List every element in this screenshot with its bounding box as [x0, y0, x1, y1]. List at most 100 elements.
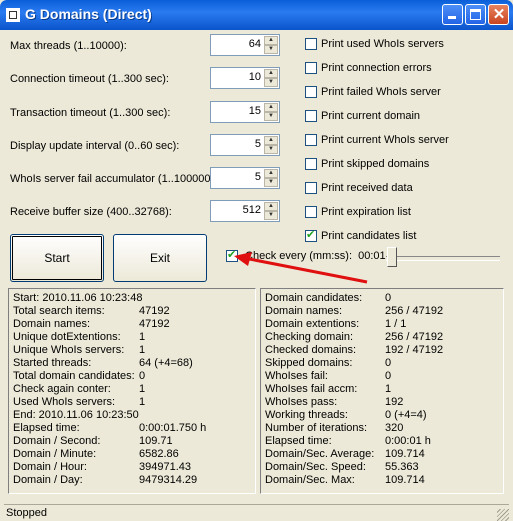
stat-row: Domain candidates: 0: [265, 292, 392, 304]
check-every-option[interactable]: Check every (mm:ss): 00:01: [226, 248, 386, 263]
option-print-expiration-list[interactable]: Print expiration list: [305, 206, 411, 220]
spin-down-icon[interactable]: ▼: [264, 78, 278, 87]
option-print-connection-errors[interactable]: Print connection errors: [305, 62, 432, 76]
checkbox[interactable]: [305, 110, 317, 123]
fail-accumulator-value[interactable]: 5: [255, 171, 261, 183]
stat-row: Started threads: 64 (+4=68): [13, 357, 193, 369]
spin-up-icon[interactable]: ▲: [264, 169, 278, 178]
check-every-value: 00:01: [358, 250, 386, 262]
stat-row: Domain / Hour: 394971.43: [13, 461, 191, 473]
checkbox[interactable]: [305, 134, 317, 147]
stat-row: Domain extentions: 1 / 1: [265, 318, 407, 330]
spin-arrows[interactable]: ▲ ▼: [264, 36, 278, 54]
window-title: G Domains (Direct): [25, 6, 152, 22]
spin-down-icon[interactable]: ▼: [264, 178, 278, 187]
stat-row: Elapsed time: 0:00:01.750 h: [13, 422, 207, 434]
checkbox-checked[interactable]: [305, 228, 317, 243]
stat-row: Start: 2010.11.06 10:23:48: [13, 292, 143, 304]
receive-buffer-spinbox[interactable]: 512 ▲ ▼: [210, 200, 280, 222]
spin-down-icon[interactable]: ▼: [264, 211, 278, 220]
option-print-used-whois[interactable]: Print used WhoIs servers: [305, 38, 444, 52]
option-print-current-whois[interactable]: Print current WhoIs server: [305, 134, 449, 148]
connection-timeout-spinbox[interactable]: 10 ▲ ▼: [210, 67, 280, 89]
stat-row: Used WhoIs servers: 1: [13, 396, 146, 408]
stat-row: WhoIses pass: 192: [265, 396, 404, 408]
title-bar[interactable]: G Domains (Direct) ✕: [0, 0, 513, 30]
stat-row: Checking domain: 256 / 47192: [265, 331, 444, 343]
checkbox[interactable]: [305, 62, 317, 75]
setting-label-fail-accumulator: WhoIs server fail accumulator (1..100000…: [10, 173, 218, 185]
close-button[interactable]: ✕: [488, 4, 509, 25]
check-every-label: Check every (mm:ss):: [245, 250, 353, 262]
stat-row: Checked domains: 192 / 47192: [265, 344, 444, 356]
stat-row: Unique WhoIs servers: 1: [13, 344, 146, 356]
maximize-button[interactable]: [465, 4, 486, 25]
setting-label-transaction-timeout: Transaction timeout (1..300 sec):: [10, 107, 171, 119]
slider-track[interactable]: [386, 256, 500, 261]
stat-row: Domain/Sec. Average: 109.714: [265, 448, 425, 460]
slider-thumb[interactable]: [387, 247, 397, 267]
stats-panel-left: Start: 2010.11.06 10:23:48 Total search …: [8, 288, 256, 494]
stat-row: Total domain candidates: 0: [13, 370, 146, 382]
stat-row: Domain names: 256 / 47192: [265, 305, 444, 317]
client-area: Max threads (1..10000): 64 ▲ ▼ Connection …: [4, 30, 509, 521]
spin-down-icon[interactable]: ▼: [264, 112, 278, 121]
setting-label-connection-timeout: Connection timeout (1..300 sec):: [10, 73, 169, 85]
checkbox[interactable]: [305, 182, 317, 195]
display-update-spinbox[interactable]: 5 ▲ ▼: [210, 134, 280, 156]
status-text: Stopped: [6, 507, 47, 519]
checkbox[interactable]: [305, 158, 317, 171]
check-every-checkbox[interactable]: [226, 248, 238, 263]
option-print-current-domain[interactable]: Print current domain: [305, 110, 420, 124]
option-print-received-data[interactable]: Print received data: [305, 182, 413, 196]
spin-arrows[interactable]: ▲ ▼: [264, 69, 278, 87]
exit-button[interactable]: Exit: [113, 234, 207, 282]
fail-accumulator-spinbox[interactable]: 5 ▲ ▼: [210, 167, 280, 189]
spin-arrows[interactable]: ▲ ▼: [264, 136, 278, 154]
check-interval-slider[interactable]: [384, 246, 502, 270]
resize-grip-icon[interactable]: [497, 509, 509, 521]
setting-label-display-update: Display update interval (0..60 sec):: [10, 140, 180, 152]
app-icon[interactable]: [6, 8, 20, 22]
spin-arrows[interactable]: ▲ ▼: [264, 103, 278, 121]
spin-up-icon[interactable]: ▲: [264, 36, 278, 45]
stat-row: Domain/Sec. Speed: 55.363: [265, 461, 419, 473]
option-print-candidates-list[interactable]: Print candidates list: [305, 228, 416, 244]
spin-up-icon[interactable]: ▲: [264, 69, 278, 78]
stat-row: End: 2010.11.06 10:23:50: [13, 409, 139, 421]
stat-row: Skipped domains: 0: [265, 357, 392, 369]
option-print-failed-whois[interactable]: Print failed WhoIs server: [305, 86, 441, 100]
max-threads-spinbox[interactable]: 64 ▲ ▼: [210, 34, 280, 56]
stat-row: Domain / Second: 109.71: [13, 435, 173, 447]
maximize-icon: [470, 9, 481, 20]
checkbox[interactable]: [305, 38, 317, 51]
option-print-skipped-domains[interactable]: Print skipped domains: [305, 158, 429, 172]
start-button[interactable]: Start: [10, 234, 104, 282]
receive-buffer-value[interactable]: 512: [243, 204, 261, 216]
minimize-button[interactable]: [442, 4, 463, 25]
checkbox[interactable]: [305, 206, 317, 219]
stat-row: Unique dotExtentions: 1: [13, 331, 146, 343]
transaction-timeout-value[interactable]: 15: [249, 105, 261, 117]
checkbox[interactable]: [305, 86, 317, 99]
stat-row: Total search items: 47192: [13, 305, 170, 317]
spin-down-icon[interactable]: ▼: [264, 145, 278, 154]
stat-row: Domain names: 47192: [13, 318, 170, 330]
spin-down-icon[interactable]: ▼: [264, 45, 278, 54]
spin-up-icon[interactable]: ▲: [264, 136, 278, 145]
stats-panel-right: Domain candidates: 0 Domain names: 256 / 4…: [260, 288, 504, 494]
stat-row: Domain/Sec. Max: 109.714: [265, 474, 425, 486]
connection-timeout-value[interactable]: 10: [249, 71, 261, 83]
stat-row: Domain / Day: 9479314.29: [13, 474, 198, 486]
spin-up-icon[interactable]: ▲: [264, 202, 278, 211]
minimize-icon: [448, 16, 456, 19]
spin-arrows[interactable]: ▲ ▼: [264, 169, 278, 187]
display-update-value[interactable]: 5: [255, 138, 261, 150]
spin-up-icon[interactable]: ▲: [264, 103, 278, 112]
max-threads-value[interactable]: 64: [249, 38, 261, 50]
stat-row: Check again conter: 1: [13, 383, 146, 395]
stat-row: Working threads: 0 (+4=4): [265, 409, 427, 421]
stat-row: Number of iterations: 320: [265, 422, 404, 434]
spin-arrows[interactable]: ▲ ▼: [264, 202, 278, 220]
transaction-timeout-spinbox[interactable]: 15 ▲ ▼: [210, 101, 280, 123]
